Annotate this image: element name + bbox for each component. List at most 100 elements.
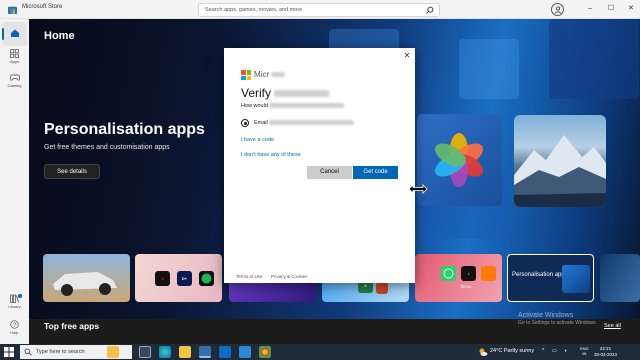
gaming-icon <box>9 74 20 81</box>
sidebar-item-label: Help <box>10 330 19 335</box>
spotify-icon <box>199 271 214 286</box>
activate-windows-watermark: Activate Windows Go to Settings to activ… <box>518 312 597 326</box>
clock-date: 30-03-2023 <box>594 352 618 357</box>
news-widget-icon[interactable] <box>107 346 119 358</box>
volume-icon[interactable]: ◖ <box>564 348 567 354</box>
lang-bottom: IN <box>582 351 587 356</box>
terms-link[interactable]: Terms of Use <box>236 274 263 279</box>
whatsapp-icon <box>441 266 456 281</box>
hero-decoration <box>549 19 639 99</box>
hero-title: Personalisation apps <box>44 121 205 138</box>
netflix-icon: N <box>155 271 170 286</box>
photos-flower-icon <box>434 133 484 187</box>
clock-time: 22:21 <box>599 346 612 351</box>
update-badge <box>18 294 22 298</box>
card-next[interactable] <box>600 254 640 302</box>
truck-image <box>53 272 117 296</box>
card-car-game[interactable] <box>43 254 130 302</box>
file-explorer-icon[interactable] <box>179 346 191 358</box>
card-personalisation[interactable]: Personalisation apps <box>507 254 594 302</box>
dialog-title: Verify <box>241 86 330 100</box>
user-avatar[interactable] <box>551 3 564 16</box>
watermark-title: Activate Windows <box>518 312 574 319</box>
dialog-description: How would <box>241 103 345 109</box>
sidebar-item-label: Library <box>8 304 21 309</box>
verify-identity-dialog: ✕ Micr Verify How would Email I have a c… <box>224 48 415 283</box>
user-icon <box>554 6 562 14</box>
dialog-description-text: How would <box>241 103 268 109</box>
blurred-text <box>269 103 345 109</box>
brand-text: Micr <box>254 70 270 79</box>
privacy-link[interactable]: Privacy & Cookies <box>271 274 308 279</box>
see-all-link[interactable]: See all <box>604 323 621 329</box>
store-taskbar-icon[interactable] <box>199 346 211 358</box>
sidebar-item-home[interactable] <box>2 22 27 46</box>
sidebar: Apps Gaming Library ? Help <box>0 19 29 344</box>
sidebar-item-label: Gaming <box>7 83 22 88</box>
search-icon[interactable] <box>425 6 434 15</box>
language-indicator[interactable]: ENG IN <box>580 346 589 356</box>
title-bar: Microsoft Store Search apps, games, movi… <box>0 0 640 19</box>
search-input[interactable]: Search apps, games, movies, and more <box>205 7 302 13</box>
blurred-text <box>274 90 330 98</box>
weather-text[interactable]: 24°C Partly sunny <box>490 348 534 354</box>
sidebar-item-label: Apps <box>9 59 20 64</box>
tiktok-label: TikTok <box>460 284 472 289</box>
email-option[interactable]: Email <box>254 120 355 126</box>
clock[interactable]: 22:21 30-03-2023 <box>594 346 617 358</box>
search-icon <box>24 348 32 356</box>
help-icon: ? <box>10 320 19 329</box>
blurred-email <box>269 120 355 126</box>
weather-sun-icon <box>479 348 488 356</box>
taskbar-search-input[interactable]: Type here to search <box>36 349 85 355</box>
dialog-title-text: Verify <box>241 86 272 100</box>
office-icon <box>376 282 388 294</box>
dont-have-link[interactable]: I don't have any of these <box>241 152 301 158</box>
have-code-link[interactable]: I have a code <box>241 137 274 143</box>
instagram-icon <box>481 266 496 281</box>
photos-app-tile[interactable] <box>417 114 502 206</box>
windows-start-icon[interactable] <box>4 347 14 357</box>
mountain-image <box>514 135 606 207</box>
taskbar: Type here to search 24°C Partly sunny ^ … <box>0 344 640 360</box>
chrome-icon[interactable] <box>259 346 271 358</box>
see-details-button[interactable]: See details <box>44 164 100 179</box>
sidebar-item-help[interactable]: ? Help <box>2 317 27 341</box>
page-title: Home <box>44 30 75 42</box>
wallpaper-tile[interactable] <box>514 115 606 207</box>
resize-cursor-icon <box>408 184 428 194</box>
email-radio[interactable] <box>241 119 249 127</box>
dialog-close-button[interactable]: ✕ <box>401 50 413 62</box>
apps-icon <box>10 49 19 58</box>
network-icon[interactable]: ▭ <box>552 348 557 354</box>
hero-subtitle: Get free themes and customisation apps <box>44 144 170 151</box>
app-title: Microsoft Store <box>22 4 63 10</box>
cancel-button[interactable]: Cancel <box>307 166 352 179</box>
search-box[interactable]: Search apps, games, movies, and more <box>198 3 440 17</box>
section-title: Top free apps <box>44 321 100 331</box>
task-view-icon[interactable] <box>139 346 151 358</box>
mail-icon[interactable] <box>219 346 231 358</box>
tray-chevron-icon[interactable]: ^ <box>542 348 544 354</box>
hero-decoration <box>459 39 519 99</box>
store-logo-icon <box>8 6 17 14</box>
card-social[interactable]: ♪ TikTok <box>415 254 502 302</box>
svg-text:?: ? <box>13 323 16 329</box>
sidebar-item-gaming[interactable]: Gaming <box>2 70 27 94</box>
microsoft-logo-icon <box>241 70 251 80</box>
theme-preview <box>562 265 590 293</box>
get-code-button[interactable]: Get code <box>353 166 398 179</box>
email-option-text: Email <box>254 120 268 126</box>
sidebar-item-apps[interactable]: Apps <box>2 46 27 70</box>
home-icon <box>10 29 19 37</box>
card-streaming-apps[interactable]: N D+ <box>135 254 222 302</box>
tiktok-icon: ♪ <box>461 266 476 281</box>
sidebar-item-library[interactable]: Library <box>2 291 27 315</box>
minimize-button[interactable]: – <box>583 2 597 16</box>
photos-taskbar-icon[interactable] <box>239 346 251 358</box>
edge-browser-icon[interactable] <box>159 346 171 358</box>
close-window-button[interactable]: ✕ <box>624 2 638 16</box>
maximize-button[interactable]: ☐ <box>604 2 618 16</box>
blurred-text <box>271 72 286 78</box>
disney-plus-icon: D+ <box>177 271 192 286</box>
